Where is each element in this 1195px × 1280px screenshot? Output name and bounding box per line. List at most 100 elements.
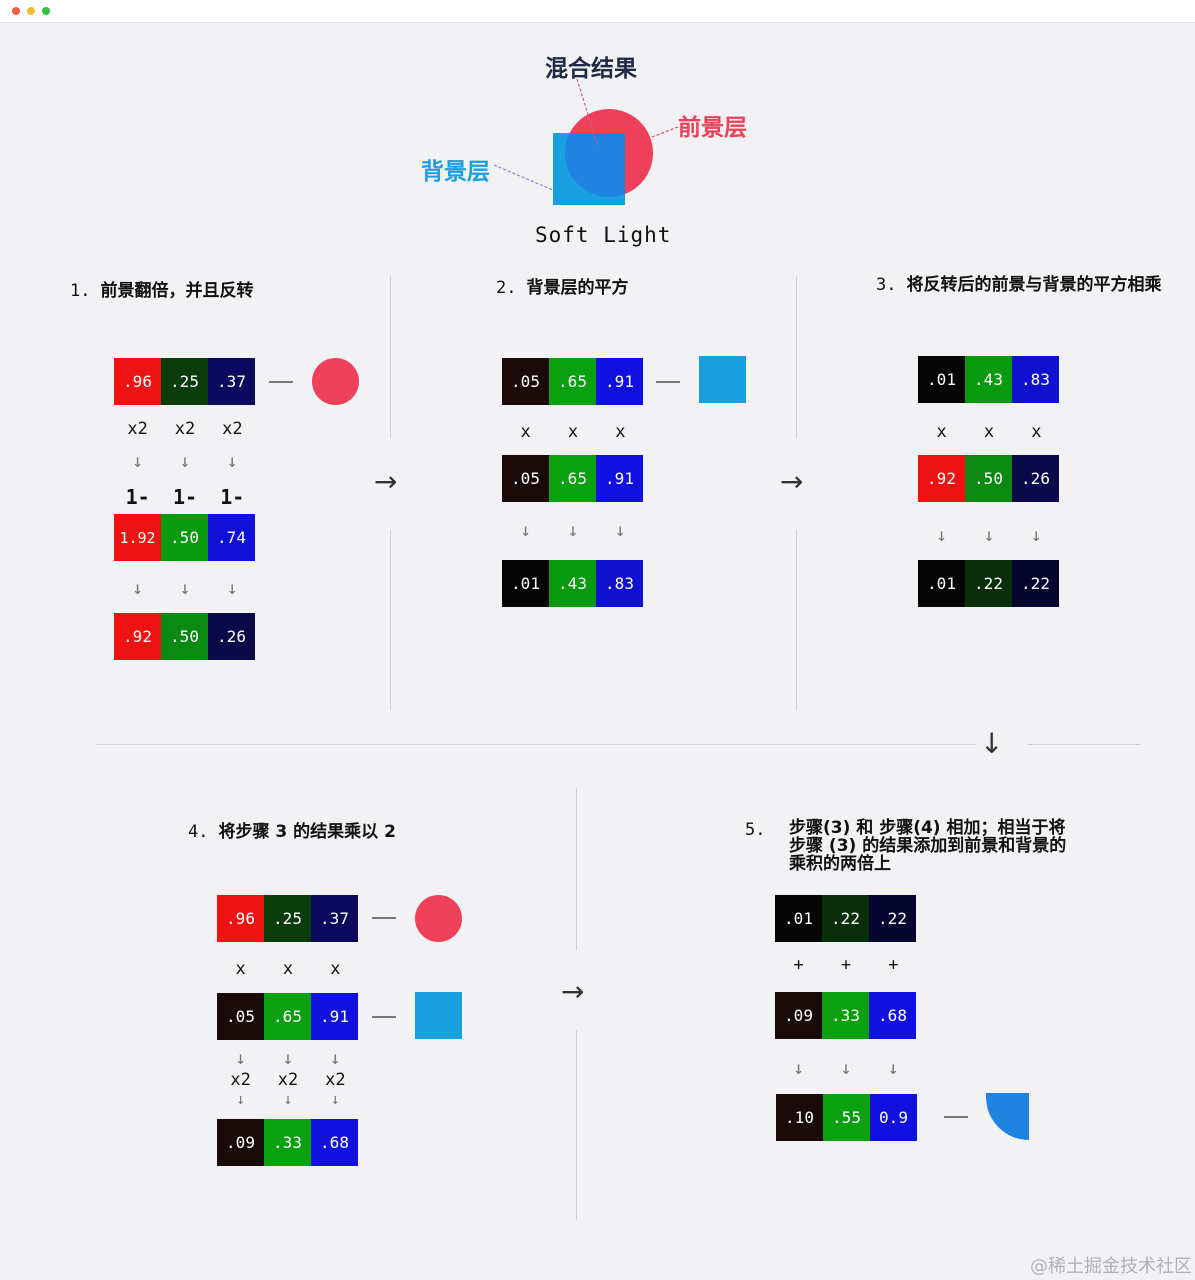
down-arrow-icon: ↓ bbox=[983, 525, 995, 546]
step-5-op-row: + + + bbox=[775, 955, 917, 975]
op-label: x bbox=[983, 422, 995, 442]
divider-1-2 bbox=[390, 276, 391, 438]
divider-4-5 bbox=[576, 788, 577, 950]
value-cell-b: .83 bbox=[1012, 356, 1059, 403]
divider-2-3 bbox=[796, 276, 797, 438]
op-label: x bbox=[520, 422, 531, 442]
step-4-result-row: .09 .33 .68 bbox=[217, 1119, 358, 1166]
down-arrow-icon: ↓ bbox=[793, 1058, 805, 1079]
step-5-label: 5. 步骤(3) 和 步骤(4) 相加；相当于将步骤 (3) 的结果添加到前景和… bbox=[745, 819, 1075, 873]
down-arrow-icon: ↓ bbox=[1030, 525, 1042, 546]
op-label: x2 bbox=[230, 1070, 251, 1090]
value-cell-b: .91 bbox=[311, 993, 358, 1040]
value-cell-g: .43 bbox=[965, 356, 1012, 403]
down-arrow-icon: ↓ bbox=[567, 520, 579, 541]
step-2-background-row: .05 .65 .91 bbox=[502, 358, 643, 405]
down-arrow-icon: ↓ bbox=[179, 578, 191, 599]
down-arrow-icon: ↓ bbox=[614, 520, 626, 541]
step-4-label: 4. 将步骤 3 的结果乘以 2 bbox=[188, 817, 396, 842]
value-cell-g: .65 bbox=[264, 993, 311, 1040]
op-label: 1- bbox=[220, 485, 245, 509]
value-cell-r: .92 bbox=[918, 455, 965, 502]
close-window-dot-icon[interactable] bbox=[12, 7, 20, 15]
window-titlebar bbox=[0, 0, 1195, 23]
value-cell-b: .68 bbox=[869, 992, 916, 1039]
maximize-window-dot-icon[interactable] bbox=[42, 7, 50, 15]
op-label: x bbox=[282, 959, 294, 979]
down-arrow-icon: ↓ bbox=[226, 451, 238, 472]
value-cell-r: .05 bbox=[217, 993, 264, 1040]
step-number: 3. bbox=[876, 275, 897, 295]
value-cell-r: .05 bbox=[502, 358, 549, 405]
connector-line bbox=[944, 1116, 968, 1118]
step-2-op-row: xxx bbox=[502, 422, 644, 442]
step-1-result-row: .92 .50 .26 bbox=[114, 613, 255, 660]
step-1-arrow-row-2: ↓ ↓ ↓ bbox=[114, 578, 256, 599]
connector-line bbox=[372, 1016, 396, 1018]
op-label: 1- bbox=[172, 485, 198, 509]
down-arrow-icon: ↓ bbox=[235, 1048, 247, 1069]
step-5-step3-row: .01 .22 .22 bbox=[775, 895, 916, 942]
op-label: + bbox=[840, 955, 852, 975]
value-cell-r: .01 bbox=[502, 560, 549, 607]
value-cell-g: .22 bbox=[965, 560, 1012, 607]
value-cell-r: .10 bbox=[776, 1094, 823, 1141]
value-cell-g: .55 bbox=[823, 1094, 870, 1141]
step-2-label: 2. 背景层的平方 bbox=[496, 273, 628, 298]
step-4-op-row: xxx bbox=[217, 959, 359, 979]
value-cell-b: .83 bbox=[596, 560, 643, 607]
value-cell-b: .74 bbox=[208, 514, 255, 561]
value-cell-g: .65 bbox=[549, 358, 596, 405]
down-arrow-icon: ↓ bbox=[282, 1048, 294, 1069]
down-arrow-icon: ↓ bbox=[132, 451, 144, 472]
down-arrow-icon: ↓ bbox=[520, 520, 532, 541]
value-cell-g: .33 bbox=[264, 1119, 311, 1166]
step-1-doubled-row: 1.92 .50 .74 bbox=[114, 514, 255, 561]
step-4-background-row: .05 .65 .91 bbox=[217, 993, 358, 1040]
step-title: 步骤(3) 和 步骤(4) 相加；相当于将步骤 (3) 的结果添加到前景和背景的… bbox=[789, 818, 1067, 874]
value-cell-b: .68 bbox=[311, 1119, 358, 1166]
op-label: x bbox=[235, 959, 246, 979]
value-cell-b: .26 bbox=[208, 613, 255, 660]
connector-line bbox=[269, 381, 293, 383]
foreground-layer-label: 前景层 bbox=[678, 115, 747, 141]
value-cell-g: .50 bbox=[161, 613, 208, 660]
foreground-swatch-circle bbox=[415, 895, 462, 942]
background-swatch-square bbox=[699, 356, 746, 403]
value-cell-r: .05 bbox=[502, 455, 549, 502]
value-cell-b: .22 bbox=[1012, 560, 1059, 607]
step-3-op-row: xxx bbox=[918, 422, 1060, 442]
op-label: x bbox=[936, 422, 947, 442]
value-cell-b: .22 bbox=[869, 895, 916, 942]
op-label: x bbox=[330, 959, 341, 979]
horizontal-divider-left bbox=[96, 744, 976, 745]
arrow-right-1-2: → bbox=[374, 465, 398, 498]
value-cell-g: .50 bbox=[161, 514, 208, 561]
step-5-arrow-row: ↓ ↓ ↓ bbox=[775, 1058, 917, 1079]
step-title: 将反转后的前景与背景的平方相乘 bbox=[906, 275, 1162, 295]
minimize-window-dot-icon[interactable] bbox=[27, 7, 35, 15]
value-cell-g: .50 bbox=[965, 455, 1012, 502]
step-4-arrow-row-bottom: ↓ ↓ ↓ bbox=[217, 1090, 359, 1108]
step-number: 5. bbox=[745, 820, 766, 840]
step-2-background-row-2: .05 .65 .91 bbox=[502, 455, 643, 502]
op-label: + bbox=[793, 955, 804, 975]
value-cell-b: .91 bbox=[596, 455, 643, 502]
op-label: x2 bbox=[277, 1070, 299, 1090]
value-cell-r: .96 bbox=[114, 358, 161, 405]
value-cell-r: .92 bbox=[114, 613, 161, 660]
down-arrow-icon: ↓ bbox=[840, 1058, 852, 1079]
step-2-result-row: .01 .43 .83 bbox=[502, 560, 643, 607]
down-arrow-icon: ↓ bbox=[132, 578, 144, 599]
op-label: x2 bbox=[127, 419, 148, 439]
op-label: x bbox=[1031, 422, 1042, 442]
blend-mode-label: Soft Light bbox=[535, 223, 672, 247]
value-cell-g: .43 bbox=[549, 560, 596, 607]
value-cell-r: .09 bbox=[775, 992, 822, 1039]
down-arrow-icon: ↓ bbox=[330, 1090, 340, 1108]
step-1-label: 1. 前景翻倍，并且反转 bbox=[70, 276, 253, 301]
divider-1-2-lower bbox=[390, 530, 391, 710]
step-number: 2. bbox=[496, 278, 517, 298]
value-cell-g: .25 bbox=[264, 895, 311, 942]
step-1-foreground-row: .96 .25 .37 bbox=[114, 358, 255, 405]
